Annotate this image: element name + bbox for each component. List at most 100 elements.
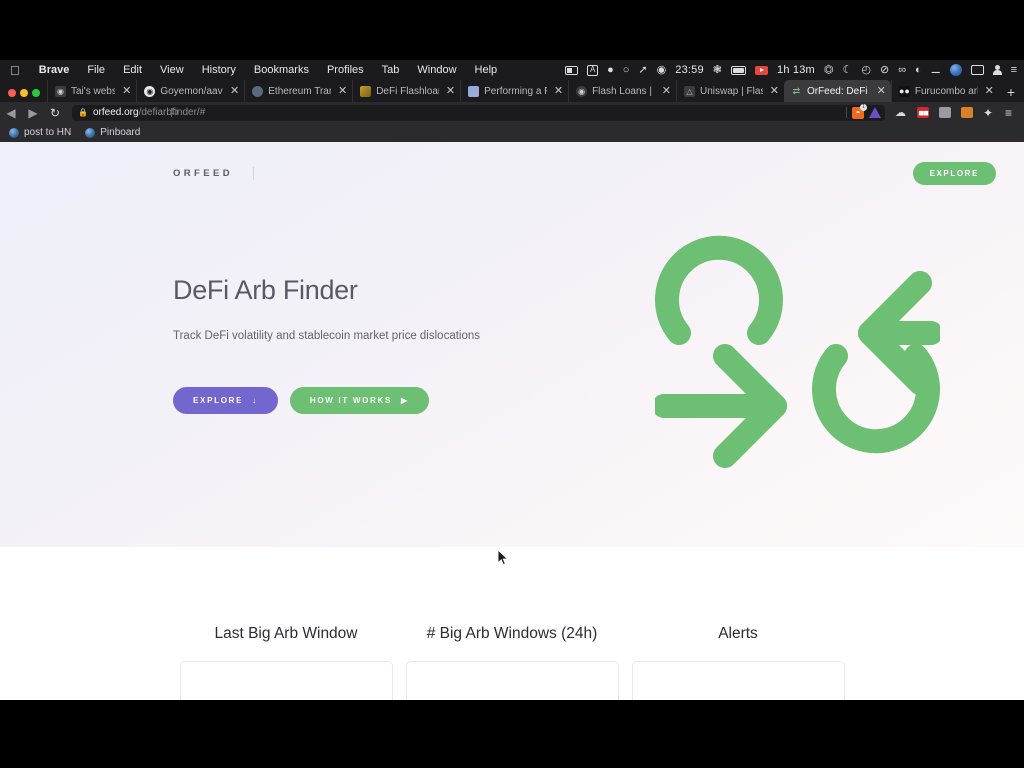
url-domain: orfeed.org [92,107,139,118]
brave-shields-icon[interactable]: ◓ 1 [852,103,867,119]
menu-edit[interactable]: Edit [114,64,151,76]
clock-face-icon[interactable]: ◉ [657,64,667,76]
menu-history[interactable]: History [193,64,245,76]
orfeed-logo[interactable]: ORFEED [173,168,233,179]
tab-title: DeFi Flashloans: Ho [376,85,439,97]
youtube-icon[interactable] [755,65,768,75]
close-tab-button[interactable]: ✕ [120,85,131,97]
arrow-down-icon: ↓ [252,396,258,405]
screen-recording-icon[interactable] [565,65,579,75]
stat-last-big-arb-window: Last Big Arb Window [173,625,399,700]
stat-title: Alerts [718,625,758,642]
explore-cta-label: EXPLORE [193,396,244,405]
text-input-a-icon[interactable]: A [587,64,599,76]
back-arrow-icon[interactable]: ◀ [0,106,22,120]
red-extension-icon[interactable]: ◼◼ [917,107,929,118]
bookmark-post-to-hn[interactable]: post to HN [9,127,71,138]
menu-profiles[interactable]: Profiles [318,64,373,76]
tab-uniswap-flash-swaps[interactable]: △ Uniswap | Flash Sw ✕ [676,80,784,102]
stat-value-box [405,661,619,700]
close-tab-button[interactable]: ✕ [228,85,239,97]
browser-toolbar: ◀ ▶ ↻ 🔒 orfeed.org /defiarbfinder/# ◓ 1 … [0,102,1024,123]
bookmarks-bar: post to HN Pinboard [0,123,1024,142]
stat-value-box [179,661,393,700]
control-center-icon[interactable]: ≡ [1011,64,1017,76]
time-machine-icon[interactable]: ◴ [861,64,871,76]
metamask-triangle-icon[interactable] [869,107,881,118]
tab-title: OrFeed: DeFi Arb Fi [806,85,870,97]
dydx-favicon-icon: ◉ [576,85,588,97]
forward-arrow-icon[interactable]: ▶ [22,106,44,120]
os-timer[interactable]: 1h 13m [777,64,815,76]
explore-cta-button[interactable]: EXPLORE ↓ [173,387,278,414]
menu-window[interactable]: Window [408,64,465,76]
user-account-icon[interactable] [992,65,1002,75]
infinity-icon[interactable]: ∞ [898,64,906,76]
tab-list: ◉ Tai's website ✕ ◉ Goyemon/aave-flas ✕ … [47,80,999,102]
new-tab-button[interactable]: + [999,85,1024,102]
moon-do-not-disturb-icon[interactable]: ☾ [843,64,853,76]
rocket-icon[interactable]: ➚ [638,64,647,76]
apple-logo-icon[interactable]:  [8,64,30,77]
menu-view[interactable]: View [151,64,193,76]
close-tab-button[interactable]: ✕ [336,85,347,97]
menu-help[interactable]: Help [466,64,507,76]
bluetooth-aim-icon[interactable]: ❃ [713,64,722,76]
browser-tab-strip: ◉ Tai's website ✕ ◉ Goyemon/aave-flas ✕ … [0,80,1024,102]
tab-title: Furucombo arbing [914,85,978,97]
hamburger-menu-icon[interactable]: ≡ [1005,106,1017,120]
close-tab-button[interactable]: ✕ [552,85,563,97]
zoom-window-button[interactable] [32,89,40,97]
web-page-content: ORFEED EXPLORE DeFi Arb Finder Track DeF… [0,142,1024,700]
header-divider [253,166,254,180]
close-tab-button[interactable]: ✕ [660,85,671,97]
orange-extension-icon[interactable] [961,107,973,118]
menu-brave[interactable]: Brave [30,64,79,76]
wifi-icon[interactable]: ◐ [915,64,922,76]
close-window-button[interactable] [8,89,16,97]
tab-title: Flash Loans | dYdX [592,85,655,97]
display-icon[interactable] [970,65,984,75]
globe-icon[interactable] [949,64,962,76]
gray-extension-icon[interactable] [939,107,951,118]
puzzle-icon[interactable]: ✦ [983,106,995,120]
menu-file[interactable]: File [78,64,114,76]
tab-performing-a-flash[interactable]: Performing a Flash ✕ [460,80,568,102]
hero-text-block: DeFi Arb Finder Track DeFi volatility an… [173,275,573,414]
eject-icon[interactable]: ⏣ [824,64,834,76]
close-tab-button[interactable]: ✕ [875,85,886,97]
bookmark-pinboard[interactable]: Pinboard [85,127,140,138]
tab-flash-loans-dydx[interactable]: ◉ Flash Loans | dYdX ✕ [568,80,676,102]
vpn-icon[interactable]: ⚊ [931,64,941,76]
cloud-icon[interactable]: ☁ [895,107,907,119]
os-clock[interactable]: 23:59 [675,64,704,76]
bookmark-flag-icon[interactable]: ⚐ [163,106,185,120]
explore-header-button[interactable]: EXPLORE [912,161,996,185]
stat-value-box [631,661,845,700]
tab-defi-flashloans[interactable]: DeFi Flashloans: Ho ✕ [352,80,460,102]
close-tab-button[interactable]: ✕ [768,85,779,97]
globe-favicon-icon: ◉ [55,85,66,97]
how-it-works-cta-button[interactable]: HOW IT WORKS ▶ [289,387,429,414]
tab-goyemon-aave-flashloan[interactable]: ◉ Goyemon/aave-flas ✕ [136,80,244,102]
address-bar[interactable]: 🔒 orfeed.org /defiarbfinder/# ◓ 1 [72,103,885,121]
hero-section: ORFEED EXPLORE DeFi Arb Finder Track DeF… [0,142,1024,547]
close-tab-button[interactable]: ✕ [444,85,455,97]
tab-furucombo-arbing[interactable]: ●● Furucombo arbing ✕ [890,80,999,102]
tab-ethereum-transaction[interactable]: Ethereum Transacti ✕ [244,80,352,102]
bell-icon[interactable]: ● [607,64,614,76]
window-controls[interactable] [0,89,47,102]
tab-title: Performing a Flash [484,85,547,97]
menu-bookmarks[interactable]: Bookmarks [245,64,318,76]
reload-arrow-icon[interactable]: ↻ [44,106,66,120]
tab-tais-website[interactable]: ◉ Tai's website ✕ [47,80,136,102]
tab-title: Uniswap | Flash Sw [700,85,763,97]
battery-icon[interactable] [731,65,746,75]
minimize-window-button[interactable] [20,89,28,97]
stat-big-arb-windows-24h: # Big Arb Windows (24h) [399,625,625,700]
tab-orfeed-defi-arb-finder[interactable]: ⇄ OrFeed: DeFi Arb Fi ✕ [783,80,891,102]
no-entry-icon[interactable]: ⊘ [880,64,889,76]
menu-tab[interactable]: Tab [373,64,409,76]
circle-icon[interactable]: ○ [623,64,630,76]
close-tab-button[interactable]: ✕ [983,85,994,97]
